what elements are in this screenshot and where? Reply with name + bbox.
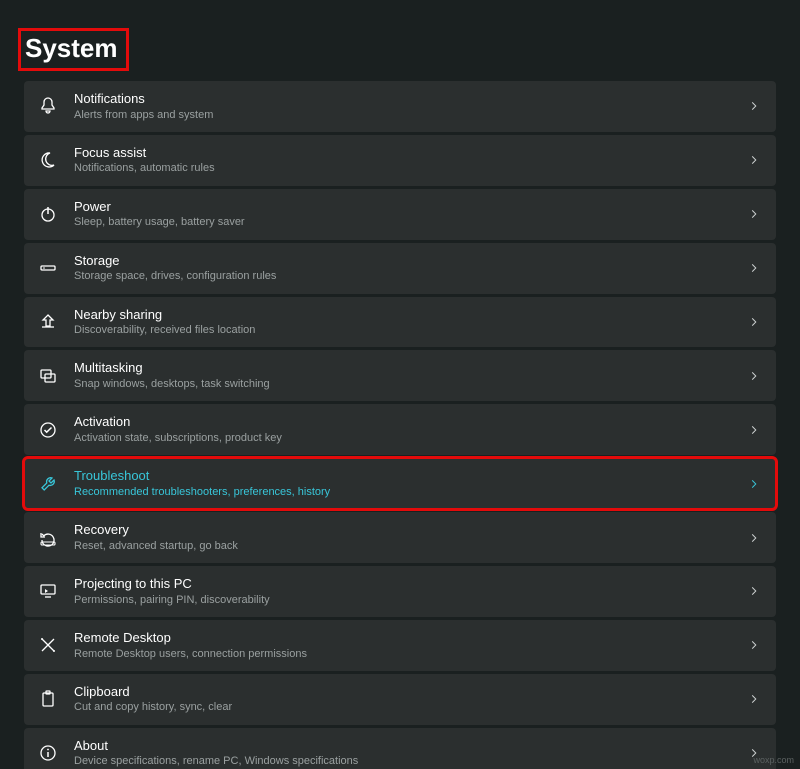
row-texts: ClipboardCut and copy history, sync, cle… — [74, 684, 748, 715]
chevron-right-icon — [748, 370, 762, 382]
row-texts: Projecting to this PCPermissions, pairin… — [74, 576, 748, 607]
chevron-right-icon — [748, 154, 762, 166]
chevron-right-icon — [748, 208, 762, 220]
row-label: Power — [74, 199, 748, 215]
chevron-right-icon — [748, 693, 762, 705]
row-subtitle: Storage space, drives, configuration rul… — [74, 269, 748, 283]
row-texts: AboutDevice specifications, rename PC, W… — [74, 738, 748, 769]
chevron-right-icon — [748, 262, 762, 274]
row-texts: MultitaskingSnap windows, desktops, task… — [74, 360, 748, 391]
row-texts: NotificationsAlerts from apps and system — [74, 91, 748, 122]
clipboard-icon — [38, 689, 58, 709]
row-label: About — [74, 738, 748, 754]
power-icon — [38, 204, 58, 224]
row-texts: Remote DesktopRemote Desktop users, conn… — [74, 630, 748, 661]
row-texts: StorageStorage space, drives, configurat… — [74, 253, 748, 284]
settings-row-nearby-sharing[interactable]: Nearby sharingDiscoverability, received … — [24, 297, 776, 348]
watermark: woxp.com — [753, 755, 794, 765]
page-title-highlight: System — [18, 28, 129, 71]
row-label: Activation — [74, 414, 748, 430]
row-label: Projecting to this PC — [74, 576, 748, 592]
row-label: Recovery — [74, 522, 748, 538]
moon-icon — [38, 150, 58, 170]
row-texts: PowerSleep, battery usage, battery saver — [74, 199, 748, 230]
row-subtitle: Reset, advanced startup, go back — [74, 539, 748, 553]
settings-row-power[interactable]: PowerSleep, battery usage, battery saver — [24, 189, 776, 240]
chevron-right-icon — [748, 424, 762, 436]
row-subtitle: Recommended troubleshooters, preferences… — [74, 485, 748, 499]
check-circle-icon — [38, 420, 58, 440]
settings-row-recovery[interactable]: RecoveryReset, advanced startup, go back — [24, 512, 776, 563]
row-label: Clipboard — [74, 684, 748, 700]
chevron-right-icon — [748, 532, 762, 544]
row-subtitle: Device specifications, rename PC, Window… — [74, 754, 748, 768]
settings-row-activation[interactable]: ActivationActivation state, subscription… — [24, 404, 776, 455]
row-subtitle: Notifications, automatic rules — [74, 161, 748, 175]
row-label: Storage — [74, 253, 748, 269]
info-icon — [38, 743, 58, 763]
page-title: System — [25, 33, 118, 63]
settings-row-remote-desktop[interactable]: Remote DesktopRemote Desktop users, conn… — [24, 620, 776, 671]
wrench-icon — [38, 474, 58, 494]
chevron-right-icon — [748, 316, 762, 328]
system-settings-page: System NotificationsAlerts from apps and… — [0, 0, 800, 769]
row-texts: RecoveryReset, advanced startup, go back — [74, 522, 748, 553]
row-subtitle: Alerts from apps and system — [74, 108, 748, 122]
bell-icon — [38, 96, 58, 116]
row-subtitle: Remote Desktop users, connection permiss… — [74, 647, 748, 661]
row-subtitle: Permissions, pairing PIN, discoverabilit… — [74, 593, 748, 607]
row-texts: Nearby sharingDiscoverability, received … — [74, 307, 748, 338]
storage-icon — [38, 258, 58, 278]
row-subtitle: Activation state, subscriptions, product… — [74, 431, 748, 445]
chevron-right-icon — [748, 100, 762, 112]
row-texts: TroubleshootRecommended troubleshooters,… — [74, 468, 748, 499]
settings-row-projecting[interactable]: Projecting to this PCPermissions, pairin… — [24, 566, 776, 617]
row-label: Troubleshoot — [74, 468, 748, 484]
row-label: Focus assist — [74, 145, 748, 161]
row-texts: ActivationActivation state, subscription… — [74, 414, 748, 445]
project-icon — [38, 581, 58, 601]
row-subtitle: Cut and copy history, sync, clear — [74, 700, 748, 714]
settings-list: NotificationsAlerts from apps and system… — [0, 81, 800, 769]
chevron-right-icon — [748, 478, 762, 490]
row-texts: Focus assistNotifications, automatic rul… — [74, 145, 748, 176]
row-label: Multitasking — [74, 360, 748, 376]
row-subtitle: Sleep, battery usage, battery saver — [74, 215, 748, 229]
settings-row-storage[interactable]: StorageStorage space, drives, configurat… — [24, 243, 776, 294]
multitask-icon — [38, 366, 58, 386]
settings-row-notifications[interactable]: NotificationsAlerts from apps and system — [24, 81, 776, 132]
row-label: Notifications — [74, 91, 748, 107]
settings-row-about[interactable]: AboutDevice specifications, rename PC, W… — [24, 728, 776, 769]
row-subtitle: Discoverability, received files location — [74, 323, 748, 337]
row-label: Remote Desktop — [74, 630, 748, 646]
row-label: Nearby sharing — [74, 307, 748, 323]
settings-row-clipboard[interactable]: ClipboardCut and copy history, sync, cle… — [24, 674, 776, 725]
recovery-icon — [38, 528, 58, 548]
settings-row-multitasking[interactable]: MultitaskingSnap windows, desktops, task… — [24, 350, 776, 401]
chevron-right-icon — [748, 639, 762, 651]
row-subtitle: Snap windows, desktops, task switching — [74, 377, 748, 391]
remote-icon — [38, 635, 58, 655]
settings-row-focus-assist[interactable]: Focus assistNotifications, automatic rul… — [24, 135, 776, 186]
share-icon — [38, 312, 58, 332]
settings-row-troubleshoot[interactable]: TroubleshootRecommended troubleshooters,… — [24, 458, 776, 509]
chevron-right-icon — [748, 585, 762, 597]
